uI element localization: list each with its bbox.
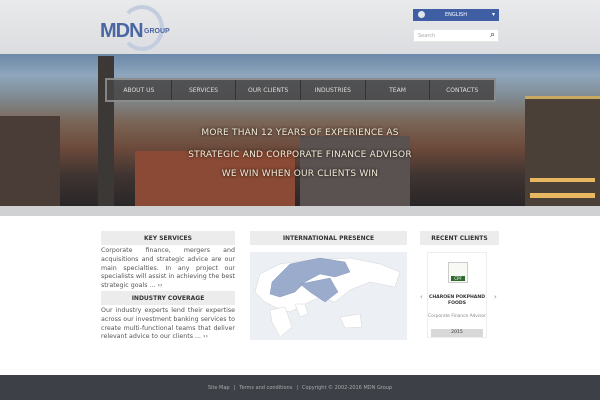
- slogan-line-2: STRATEGIC AND CORPORATE FINANCE ADVISOR: [188, 150, 412, 160]
- language-select[interactable]: ENGLISH ▾: [413, 9, 499, 21]
- nav-our-clients[interactable]: OUR CLIENTS: [236, 80, 302, 100]
- key-services-heading: KEY SERVICES: [101, 231, 235, 245]
- copyright-text: Copyright © 2002-2016 MDN Group: [302, 384, 393, 391]
- carousel-prev-arrow-icon[interactable]: ‹: [420, 293, 423, 301]
- nav-services[interactable]: SERVICES: [172, 80, 237, 100]
- language-label: ENGLISH: [445, 12, 467, 18]
- presence-heading: INTERNATIONAL PRESENCE: [250, 231, 407, 245]
- logo-subtext: GROUP: [144, 28, 170, 35]
- separator: |: [296, 384, 298, 391]
- client-card[interactable]: CPF CHAROEN POKPHAND FOODS Corporate Fin…: [427, 252, 487, 338]
- search-input[interactable]: Search ⌕: [413, 29, 499, 42]
- nav-contacts[interactable]: CONTACTS: [430, 80, 494, 100]
- slogan-line-1: MORE THAN 12 YEARS OF EXPERIENCE AS: [201, 128, 399, 138]
- key-services-text[interactable]: Corporate finance, mergers and acquisiti…: [101, 247, 235, 291]
- separator: |: [233, 384, 236, 391]
- client-role: Corporate Finance Advisor: [428, 314, 486, 319]
- footer: Site Map | Terms and conditions | Copyri…: [0, 375, 600, 400]
- hero-banner: ABOUT US SERVICES OUR CLIENTS INDUSTRIES…: [0, 54, 600, 206]
- sitemap-link[interactable]: Site Map: [208, 385, 230, 391]
- logo-text: MDN: [100, 20, 144, 42]
- carousel-next-arrow-icon[interactable]: ›: [494, 293, 497, 301]
- world-map[interactable]: [250, 252, 407, 340]
- recent-clients-heading: RECENT CLIENTS: [420, 231, 499, 245]
- client-name: CHAROEN POKPHAND FOODS: [428, 295, 486, 306]
- logo[interactable]: MDN GROUP: [100, 5, 180, 51]
- search-icon[interactable]: ⌕: [490, 30, 495, 40]
- chevron-down-icon: ▾: [491, 11, 495, 18]
- globe-icon: [418, 11, 425, 18]
- nav-team[interactable]: TEAM: [366, 80, 431, 100]
- industry-coverage-heading: INDUSTRY COVERAGE: [101, 291, 235, 305]
- client-year: 2015: [431, 329, 483, 337]
- slogan-line-3: WE WIN WHEN OUR CLIENTS WIN: [221, 169, 379, 179]
- nav-about-us[interactable]: ABOUT US: [107, 80, 172, 100]
- client-logo-text: CPF: [451, 276, 465, 281]
- terms-link[interactable]: Terms and conditions: [239, 385, 292, 391]
- divider-strip: [0, 206, 600, 216]
- search-placeholder: Search: [418, 33, 436, 39]
- main-nav: ABOUT US SERVICES OUR CLIENTS INDUSTRIES…: [105, 78, 496, 102]
- nav-industries[interactable]: INDUSTRIES: [301, 80, 366, 100]
- industry-coverage-text[interactable]: Our industry experts lend their expertis…: [101, 307, 235, 342]
- client-logo: CPF: [448, 262, 468, 283]
- header: MDN GROUP ENGLISH ▾ Search ⌕: [0, 0, 600, 54]
